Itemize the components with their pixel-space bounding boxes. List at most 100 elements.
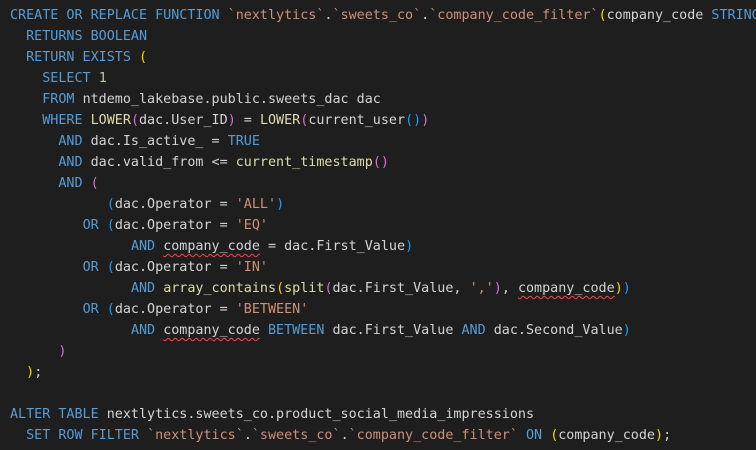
bracket-token: ( — [106, 302, 115, 317]
keyword-token: AND — [461, 323, 494, 338]
text-token: dac.Is_active_ = — [90, 134, 228, 149]
keyword-token: SELECT — [42, 71, 99, 86]
bracket-token: ( — [90, 176, 99, 191]
code-line[interactable]: ); — [0, 362, 756, 383]
string-token: `sweets_co` — [251, 428, 341, 443]
code-line[interactable]: OR (dac.Operator = 'BETWEEN' — [0, 299, 756, 320]
text-token: company_code — [558, 428, 655, 443]
bracket-token: ) — [622, 281, 631, 296]
code-line[interactable]: AND company_code = dac.First_Value) — [0, 236, 756, 257]
text-token: current_user — [308, 113, 406, 128]
function-token: split — [284, 281, 325, 296]
function-token: LOWER — [259, 113, 301, 128]
error-token: company_code — [517, 281, 615, 296]
error-token: company_code — [163, 323, 260, 338]
text-token: dac.User_ID — [139, 113, 228, 128]
bracket-token: ( — [139, 50, 148, 65]
code-line[interactable]: WHERE LOWER(dac.User_ID) = LOWER(current… — [0, 110, 756, 131]
code-line[interactable]: AND ( — [0, 173, 756, 194]
keyword-token: AND — [130, 323, 164, 338]
bracket-token: () — [405, 113, 422, 128]
function-token: LOWER — [90, 113, 131, 128]
string-token: 'BETWEEN' — [235, 302, 309, 317]
text-token: dac.Second_Value — [493, 323, 623, 338]
string-token: 'ALL' — [235, 197, 277, 212]
code-line[interactable]: AND dac.Is_active_ = TRUE — [0, 131, 756, 152]
code-line[interactable]: FROM ntdemo_lakebase.public.sweets_dac d… — [0, 89, 756, 110]
keyword-token: ALTER TABLE — [10, 407, 107, 422]
code-line[interactable]: RETURNS BOOLEAN — [0, 26, 756, 47]
function-token: current_timestamp — [235, 155, 373, 170]
text-token: . — [340, 428, 349, 443]
bracket-token: ( — [276, 281, 285, 296]
code-line[interactable]: OR (dac.Operator = 'EQ' — [0, 215, 756, 236]
string-token: 'EQ' — [235, 218, 268, 233]
bracket-token: ( — [130, 113, 139, 128]
text-token: dac.Operator = — [114, 218, 236, 233]
code-line[interactable]: CREATE OR REPLACE FUNCTION `nextlytics`.… — [0, 5, 756, 26]
string-token: `nextlytics` — [147, 428, 244, 443]
keyword-token: AND — [58, 176, 91, 191]
bracket-token: ( — [106, 260, 115, 275]
string-token: `nextlytics` — [227, 8, 325, 23]
text-token: dac.First_Value — [332, 323, 462, 338]
keyword-token: RETURNS BOOLEAN — [26, 29, 148, 44]
text-token: dac.Operator = — [114, 197, 236, 212]
text-token: dac.Operator = — [114, 260, 236, 275]
keyword-token: FROM — [42, 92, 83, 107]
text-token: = dac.First_Value — [259, 239, 406, 254]
keyword-token: OR — [82, 302, 107, 317]
text-token: ntdemo_lakebase.public.sweets_dac dac — [82, 92, 381, 107]
bracket-token: ) — [622, 323, 631, 338]
error-token: company_code — [163, 239, 260, 254]
bracket-token: ) — [58, 344, 67, 359]
string-token: `company_code_filter` — [348, 428, 518, 443]
code-line[interactable]: ) — [0, 341, 756, 362]
code-line[interactable]: AND dac.valid_from <= current_timestamp(… — [0, 152, 756, 173]
keyword-token: TRUE — [227, 134, 260, 149]
code-line[interactable]: OR (dac.Operator = 'IN' — [0, 257, 756, 278]
keyword-token: ON — [526, 428, 551, 443]
bracket-token: ( — [106, 197, 115, 212]
code-line[interactable]: SELECT 1 — [0, 68, 756, 89]
bracket-token: ) — [227, 113, 236, 128]
text-token: = — [235, 113, 260, 128]
code-line[interactable]: ALTER TABLE nextlytics.sweets_co.product… — [0, 404, 756, 425]
code-line[interactable]: AND company_code BETWEEN dac.First_Value… — [0, 320, 756, 341]
code-editor[interactable]: CREATE OR REPLACE FUNCTION `nextlytics`.… — [0, 0, 756, 450]
keyword-token: AND — [130, 281, 164, 296]
text-token: ; — [34, 365, 43, 380]
bracket-token: ) — [405, 239, 414, 254]
number-token: 1 — [98, 71, 107, 86]
code-line[interactable]: AND array_contains(split(dac.First_Value… — [0, 278, 756, 299]
code-line[interactable]: (dac.Operator = 'ALL') — [0, 194, 756, 215]
keyword-token: AND — [58, 134, 91, 149]
bracket-token: ) — [26, 365, 35, 380]
code-line[interactable]: SET ROW FILTER `nextlytics`.`sweets_co`.… — [0, 425, 756, 446]
code-line[interactable] — [0, 383, 756, 404]
string-token: `sweets_co` — [332, 8, 422, 23]
text-token: dac.First_Value, — [332, 281, 470, 296]
keyword-token: OR — [82, 218, 107, 233]
string-token: ',' — [469, 281, 494, 296]
text-token: dac.valid_from <= — [90, 155, 236, 170]
bracket-token: ( — [324, 281, 333, 296]
keyword-token: SET ROW FILTER — [26, 428, 148, 443]
bracket-token: ) — [655, 428, 664, 443]
code-line[interactable]: RETURN EXISTS ( — [0, 47, 756, 68]
